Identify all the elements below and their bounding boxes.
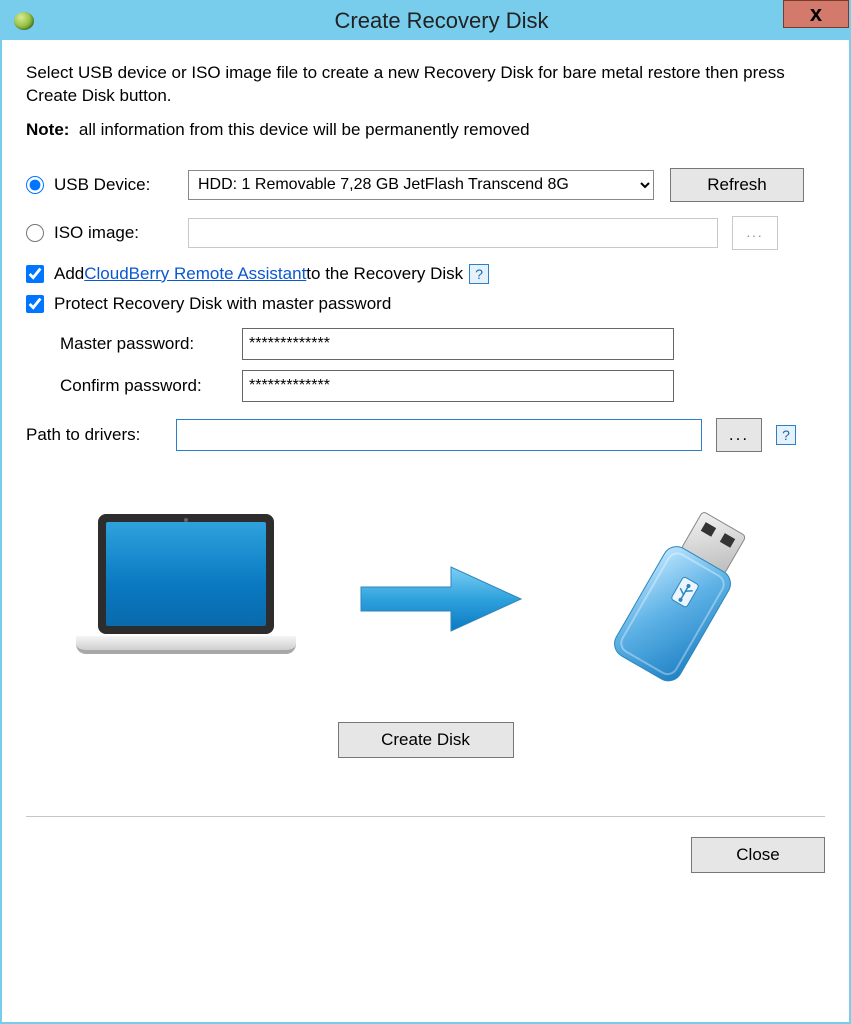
titlebar[interactable]: Create Recovery Disk x xyxy=(2,2,849,40)
add-assistant-suffix: to the Recovery Disk xyxy=(306,264,463,284)
divider xyxy=(26,816,825,817)
help-icon[interactable]: ? xyxy=(469,264,489,284)
note-line: Note: all information from this device w… xyxy=(26,120,825,140)
close-button[interactable]: Close xyxy=(691,837,825,873)
confirm-password-row: Confirm password: xyxy=(60,370,825,402)
create-disk-button[interactable]: Create Disk xyxy=(338,722,514,758)
add-assistant-prefix: Add xyxy=(54,264,84,284)
master-password-input[interactable] xyxy=(242,328,674,360)
protect-label: Protect Recovery Disk with master passwo… xyxy=(54,294,391,314)
add-assistant-row: Add CloudBerry Remote Assistant to the R… xyxy=(26,264,825,284)
master-password-label: Master password: xyxy=(60,334,242,354)
window-title: Create Recovery Disk xyxy=(34,8,849,34)
note-label: Note: xyxy=(26,120,69,139)
drivers-input[interactable] xyxy=(176,419,702,451)
window-frame: Create Recovery Disk x Select USB device… xyxy=(0,0,851,1024)
iso-image-input[interactable] xyxy=(188,218,718,248)
protect-row: Protect Recovery Disk with master passwo… xyxy=(26,294,825,314)
usb-device-label: USB Device: xyxy=(54,175,188,195)
arrow-icon xyxy=(356,559,526,639)
usb-drive-icon xyxy=(586,504,776,694)
dialog-content: Select USB device or ISO image file to c… xyxy=(2,40,849,1022)
iso-image-row: ISO image: ... xyxy=(26,216,825,250)
close-icon: x xyxy=(810,1,822,27)
footer: Close xyxy=(26,837,825,873)
graphic-illustration xyxy=(26,494,825,704)
confirm-password-input[interactable] xyxy=(242,370,674,402)
intro-text: Select USB device or ISO image file to c… xyxy=(26,62,825,108)
usb-device-radio[interactable] xyxy=(26,176,44,194)
confirm-password-label: Confirm password: xyxy=(60,376,242,396)
cloudberry-link[interactable]: CloudBerry Remote Assistant xyxy=(84,264,306,284)
refresh-button[interactable]: Refresh xyxy=(670,168,804,202)
create-row: Create Disk xyxy=(26,722,825,758)
help-icon[interactable]: ? xyxy=(776,425,796,445)
window-close-button[interactable]: x xyxy=(783,0,849,28)
drivers-label: Path to drivers: xyxy=(26,425,176,445)
drivers-row: Path to drivers: ... ? xyxy=(26,418,825,452)
iso-image-radio[interactable] xyxy=(26,224,44,242)
drivers-browse-button[interactable]: ... xyxy=(716,418,762,452)
protect-checkbox[interactable] xyxy=(26,295,44,313)
iso-image-label: ISO image: xyxy=(54,223,188,243)
laptop-icon xyxy=(76,514,296,684)
note-text: all information from this device will be… xyxy=(79,120,530,139)
app-icon xyxy=(14,12,34,30)
usb-device-select[interactable]: HDD: 1 Removable 7,28 GB JetFlash Transc… xyxy=(188,170,654,200)
add-assistant-checkbox[interactable] xyxy=(26,265,44,283)
master-password-row: Master password: xyxy=(60,328,825,360)
usb-device-row: USB Device: HDD: 1 Removable 7,28 GB Jet… xyxy=(26,168,825,202)
iso-browse-button[interactable]: ... xyxy=(732,216,778,250)
